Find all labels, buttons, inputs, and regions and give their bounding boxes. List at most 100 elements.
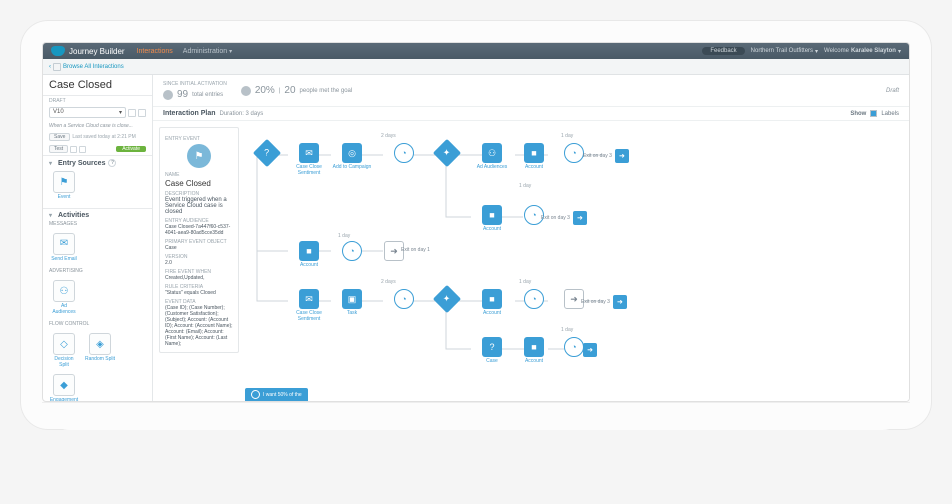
clock-icon: ◔: [401, 148, 406, 158]
app-name: Journey Builder: [69, 47, 125, 56]
entries-label: total entries: [192, 92, 223, 98]
wait-label: 1 day: [338, 233, 350, 239]
case-icon: ?: [489, 342, 494, 352]
exit-icon: ➜: [613, 295, 627, 309]
activities-header[interactable]: ▾Activities: [49, 212, 146, 219]
decision-split-tile[interactable]: ◇Decision Split: [49, 333, 79, 368]
target-icon: ◎: [348, 148, 356, 159]
engagement-split-tile[interactable]: ◆Engagement Split: [49, 374, 79, 401]
ad-audiences-node[interactable]: ⚇Ad Audiences: [471, 143, 513, 171]
exit-node[interactable]: Exit on day 3➜: [583, 149, 629, 163]
people-icon: [163, 90, 173, 100]
engagement-node[interactable]: ✦: [426, 143, 468, 163]
folder-icon: ■: [489, 210, 494, 220]
test-button[interactable]: Test: [49, 145, 68, 153]
when-note: When a Service Cloud case is close...: [43, 121, 152, 131]
goal-icon: [241, 86, 251, 96]
people-icon: ⚇: [488, 148, 496, 159]
decision-node[interactable]: ?: [246, 143, 288, 163]
help-icon[interactable]: ?: [108, 159, 116, 167]
envelope-icon: ✉: [305, 148, 313, 159]
exit-icon: ➜: [573, 211, 587, 225]
entry-event-tile[interactable]: ⚑Event: [49, 171, 79, 201]
random-icon: ◈: [96, 339, 104, 350]
chevron-down-icon: ▾: [119, 109, 122, 116]
goal-percent: 20%: [255, 85, 275, 96]
engagement-icon: ◆: [60, 380, 68, 391]
flow-control-subheader: FLOW CONTROL: [49, 319, 146, 329]
campaign-node[interactable]: ◎Add to Campaign: [331, 143, 373, 171]
labels-toggle[interactable]: [870, 110, 877, 117]
chevron-down-icon: ▾: [898, 48, 901, 55]
save-button[interactable]: Save: [49, 133, 70, 141]
version-select[interactable]: V10▾: [49, 107, 126, 118]
email-node[interactable]: ✉Case Close Sentiment: [288, 143, 330, 176]
account-node[interactable]: ■Account: [513, 143, 555, 171]
exit-icon: ➜: [390, 246, 398, 257]
grid-icon[interactable]: [53, 63, 61, 71]
account-node[interactable]: ■Account: [471, 289, 513, 317]
user-menu[interactable]: Welcome Karalee Slayton▾: [824, 48, 901, 55]
ad-audiences-tile[interactable]: ⚇Ad Audiences: [49, 280, 79, 315]
wait-label: 1 day: [561, 133, 573, 139]
wait-node[interactable]: ◔: [383, 289, 425, 309]
undo-icon[interactable]: [70, 146, 77, 153]
exit-node[interactable]: Exit on day 3➜: [541, 211, 587, 225]
advertising-subheader: ADVERTISING: [49, 266, 146, 276]
goal-flag[interactable]: I want 50% of the: [245, 388, 308, 401]
random-split-tile[interactable]: ◈Random Split: [85, 333, 115, 368]
flag-icon: ⚑: [60, 177, 69, 188]
wait-label: 2 days: [381, 133, 396, 139]
folder-icon: ■: [531, 148, 536, 158]
wait-node[interactable]: ◔: [331, 241, 373, 261]
engagement-node[interactable]: ✦: [426, 289, 468, 309]
send-email-tile[interactable]: ✉Send Email: [49, 233, 79, 263]
redo-icon[interactable]: [79, 146, 86, 153]
case-node[interactable]: ?Case: [471, 337, 513, 365]
gear-icon[interactable]: [128, 109, 136, 117]
wait-node[interactable]: ◔: [513, 289, 555, 309]
wait-label: 2 days: [381, 279, 396, 285]
exit-node[interactable]: ➜: [583, 343, 597, 357]
since-label: SINCE INITIAL ACTIVATION: [163, 81, 227, 87]
labels-label: Labels: [881, 111, 899, 117]
envelope-icon: ✉: [305, 294, 313, 305]
exit-node[interactable]: Exit on day 3➜: [581, 295, 627, 309]
nav-administration[interactable]: Administration▾: [183, 48, 232, 55]
messages-subheader: MESSAGES: [49, 219, 146, 229]
folder-icon: ■: [306, 246, 311, 256]
breadcrumb-bar: ‹ Browse All Interactions: [43, 59, 909, 75]
folder-icon: ■: [489, 294, 494, 304]
clock-icon: ◔: [531, 294, 536, 304]
entry-sources-header[interactable]: ▾Entry Sources?: [49, 159, 146, 167]
feedback-button[interactable]: Feedback: [702, 47, 744, 55]
task-icon: ▣: [348, 294, 357, 305]
envelope-icon: ✉: [60, 238, 68, 249]
clock-icon: ◔: [531, 210, 536, 220]
activate-button[interactable]: Activate: [116, 146, 146, 152]
clock-icon: ◔: [349, 246, 354, 256]
clock-icon: ◔: [401, 294, 406, 304]
org-switcher[interactable]: Northern Trail Outfitters▾: [751, 48, 818, 55]
wait-node[interactable]: ◔: [383, 143, 425, 163]
page-title: Case Closed: [49, 79, 146, 91]
email-node[interactable]: ✉Case Close Sentiment: [288, 289, 330, 322]
account-node[interactable]: ■Account: [471, 205, 513, 233]
spark-icon: ✦: [443, 293, 451, 304]
left-sidebar: Case Closed DRAFT V10▾ When a Service Cl…: [43, 75, 153, 401]
plan-bar: Interaction Plan Duration: 3 days Show L…: [153, 107, 909, 121]
chevron-down-icon: ▾: [229, 48, 232, 55]
flow-canvas[interactable]: ENTRY EVENT ⚑ NAMECase Closed DESCRIPTIO…: [153, 121, 909, 401]
account-node[interactable]: ■Account: [288, 241, 330, 269]
delete-icon[interactable]: [138, 109, 146, 117]
entries-count: 99: [177, 89, 188, 100]
nav-interactions[interactable]: Interactions: [137, 48, 173, 55]
last-saved-label: Last saved today at 2:21 PM: [72, 134, 135, 140]
task-node[interactable]: ▣Task: [331, 289, 373, 317]
back-icon[interactable]: ‹: [49, 64, 51, 70]
account-node[interactable]: ■Account: [513, 337, 555, 365]
top-bar: Journey Builder Interactions Administrat…: [43, 43, 909, 59]
chevron-down-icon: ▾: [815, 48, 818, 55]
browse-link[interactable]: Browse All Interactions: [63, 64, 124, 70]
diamond-icon: ◇: [60, 339, 68, 350]
